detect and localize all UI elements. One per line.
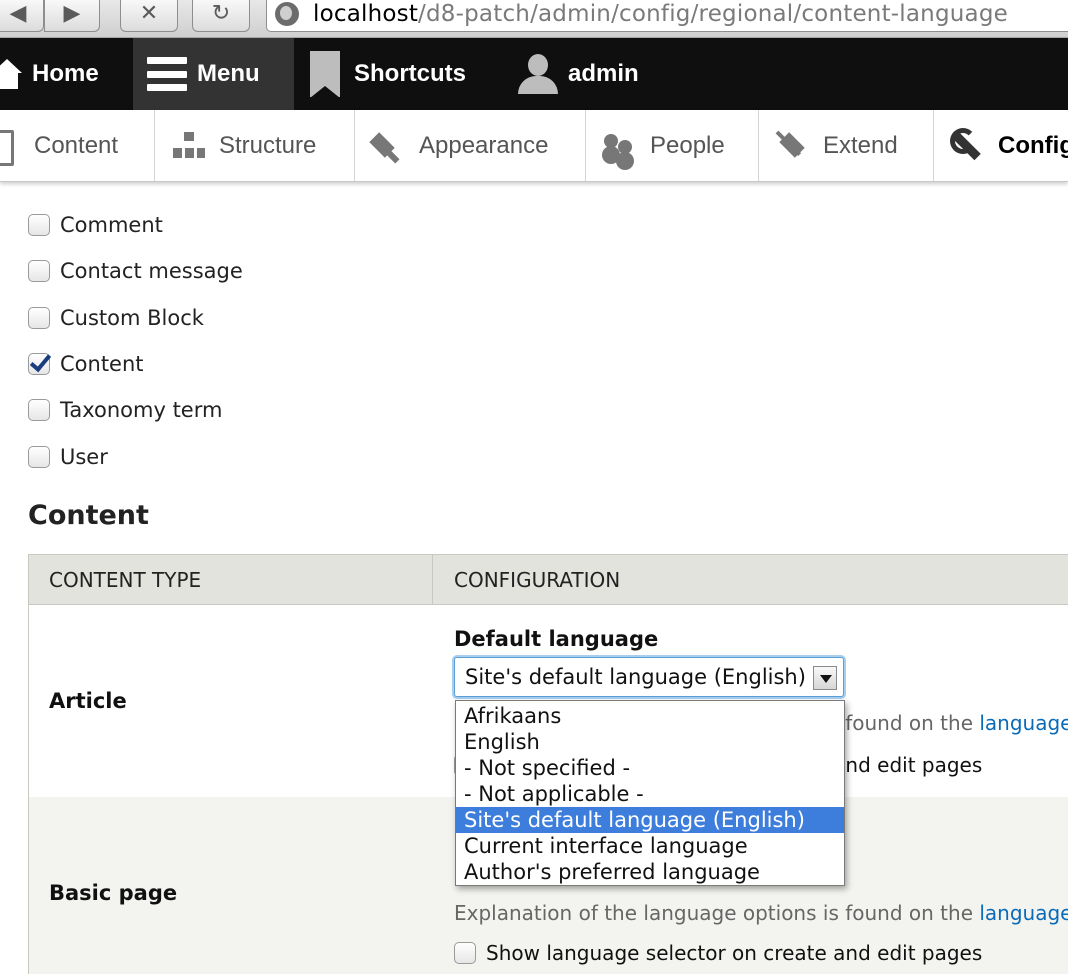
dropdown-option-selected[interactable]: Site's default language (English) [456,807,844,833]
tray-item-label: Configuration [998,131,1068,159]
tray-item-people[interactable]: People [586,110,759,181]
languages-link[interactable]: languages [979,901,1068,925]
tray-item-structure[interactable]: Structure [155,110,355,181]
section-title: Content [28,500,149,531]
stop-button[interactable]: ✕ [120,0,178,32]
toolbar-home[interactable]: Home [0,38,133,110]
toolbar-menu-label: Menu [197,60,260,87]
dropdown-option[interactable]: - Not applicable - [456,781,844,807]
tray-item-configuration[interactable]: Configuration [934,110,1068,181]
back-button[interactable]: ◀ [0,0,44,32]
toolbar-home-label: Home [32,60,99,87]
toolbar-user-label: admin [568,60,639,87]
checkbox-label: Taxonomy term [60,398,223,422]
tray-item-label: Structure [219,131,317,159]
toolbar-shortcuts[interactable]: Shortcuts [310,38,500,110]
sitemap-icon [171,128,207,164]
checkbox-comment[interactable]: Comment [28,211,163,239]
checkbox-custom-block[interactable]: Custom Block [28,304,204,332]
dropdown-option[interactable]: Current interface language [456,833,844,859]
reload-icon: ↻ [211,0,231,26]
reload-button[interactable]: ↻ [192,0,250,32]
checkbox[interactable] [454,942,476,964]
checkbox-contact-message[interactable]: Contact message [28,257,243,285]
checkbox[interactable] [28,446,50,468]
browser-bar: ◀ ▶ ✕ ↻ localhost/d8-patch/admin/config/… [0,0,1068,38]
checkbox-label: Custom Block [60,306,204,330]
tray-item-label: Content [34,131,119,159]
address-bar[interactable]: localhost/d8-patch/admin/config/regional… [266,0,1068,32]
checkbox-content[interactable]: Content [28,350,144,378]
document-icon [0,128,22,166]
checkbox[interactable] [28,307,50,329]
checkbox-checked[interactable] [28,353,50,375]
toolbar-menu[interactable]: Menu [133,38,294,110]
hamburger-icon [147,57,187,91]
tray-item-label: People [650,131,725,159]
url-host: localhost [313,1,419,27]
admin-toolbar: Home Menu Shortcuts admin [0,38,1068,110]
dropdown-option[interactable]: Afrikaans [456,703,844,729]
checkbox-label: Contact message [60,259,243,283]
content-type-name: Article [49,689,127,713]
help-text-prefix: Explanation of the language options is f… [454,901,980,925]
back-arrow-icon: ◀ [9,0,27,26]
forward-arrow-icon: ▶ [63,0,81,26]
bookmark-icon [310,51,340,98]
wrench-icon [950,127,986,164]
tray-item-label: Appearance [419,131,549,159]
dropdown-option[interactable]: - Not specified - [456,755,844,781]
paintbrush-icon [371,128,407,164]
tray-item-label: Extend [823,131,898,159]
checkbox[interactable] [28,399,50,421]
help-text: Explanation of the language options is f… [454,901,1068,925]
language-selector-option[interactable]: Show language selector on create and edi… [454,941,982,965]
toolbar-shortcuts-label: Shortcuts [354,60,467,87]
people-icon [602,128,638,164]
dropdown-option[interactable]: Author's preferred language [456,859,844,885]
checkbox-label: Comment [60,213,163,237]
checkbox-label: User [60,445,108,469]
url-text: localhost/d8-patch/admin/config/regional… [313,1,1008,27]
default-language-label: Default language [454,627,659,651]
select-value: Site's default language (English) [465,665,806,689]
forward-button[interactable]: ▶ [44,0,100,32]
checkbox-user[interactable]: User [28,443,108,471]
user-icon [518,54,558,94]
checkbox[interactable] [28,260,50,282]
checkbox-label: Show language selector on create and edi… [486,941,983,965]
languages-link[interactable]: languages [979,711,1068,735]
checkbox-label: Content [60,352,144,376]
close-icon: ✕ [139,0,159,26]
tray-item-extend[interactable]: Extend [759,110,934,181]
language-dropdown-list: Afrikaans English - Not specified - - No… [455,700,845,886]
checkbox-taxonomy-term[interactable]: Taxonomy term [28,396,222,424]
chevron-down-icon[interactable] [813,666,837,690]
globe-icon [275,2,299,26]
checkbox[interactable] [28,214,50,236]
home-icon [0,59,22,89]
toolbar-user[interactable]: admin [518,38,718,110]
column-header-configuration: CONFIGURATION [454,568,621,592]
column-header-content-type: CONTENT TYPE [29,555,433,605]
url-path: /d8-patch/admin/config/regional/content-… [418,1,1008,27]
default-language-select[interactable]: Site's default language (English) [454,657,844,697]
tray-item-content[interactable]: Content [0,110,155,181]
dropdown-option[interactable]: English [456,729,844,755]
content-type-name: Basic page [49,881,178,905]
tray-item-appearance[interactable]: Appearance [355,110,586,181]
admin-tray: Content Structure Appearance People Exte… [0,110,1068,182]
table-header: CONTENT TYPE CONFIGURATION [29,555,1068,605]
plug-icon [775,128,811,164]
